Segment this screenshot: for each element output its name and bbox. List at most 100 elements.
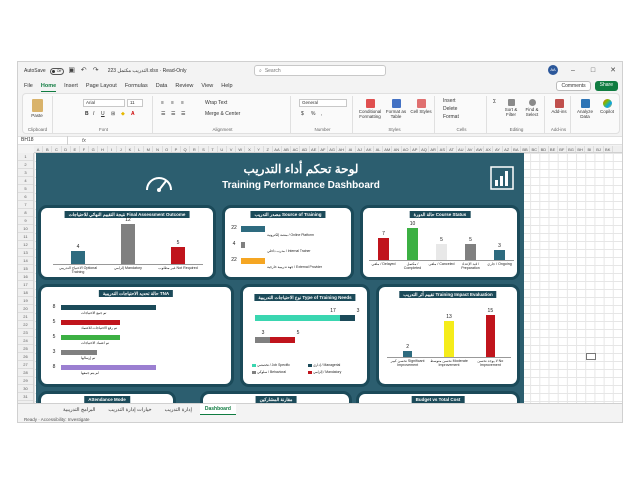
bold-button[interactable]: B	[85, 111, 89, 117]
align-bottom-icon[interactable]: ≡	[181, 100, 184, 106]
row-header[interactable]: 18	[18, 289, 33, 297]
row-header[interactable]: 19	[18, 297, 33, 305]
row-header[interactable]: 16	[18, 273, 33, 281]
format-cells-button[interactable]: Format	[443, 114, 459, 120]
autosave-toggle[interactable]: Off	[49, 67, 64, 75]
column-header[interactable]: D	[62, 146, 71, 152]
autosum-icon[interactable]: Σ	[493, 99, 496, 105]
format-as-table-button[interactable]: Format as Table	[383, 99, 409, 119]
column-header[interactable]: I	[108, 146, 117, 152]
copilot-button[interactable]: Copilot	[596, 99, 618, 114]
column-header[interactable]: V	[227, 146, 237, 152]
row-header[interactable]: 13	[18, 249, 33, 257]
column-header[interactable]: BC	[530, 146, 540, 152]
column-header[interactable]: B	[43, 146, 53, 152]
row-header[interactable]: 3	[18, 169, 33, 177]
column-header[interactable]: M	[144, 146, 154, 152]
number-format-select[interactable]: General	[299, 99, 347, 107]
row-header[interactable]: 30	[18, 385, 33, 393]
row-header[interactable]: 4	[18, 177, 33, 185]
row-header[interactable]: 8	[18, 209, 33, 217]
column-header[interactable]: AM	[383, 146, 393, 152]
row-header[interactable]: 2	[18, 161, 33, 169]
row-header[interactable]: 26	[18, 353, 33, 361]
column-header[interactable]: K	[126, 146, 136, 152]
italic-button[interactable]: I	[93, 111, 94, 117]
insert-cells-button[interactable]: Insert	[443, 98, 456, 104]
column-header[interactable]: AY	[493, 146, 503, 152]
merge-center-button[interactable]: Merge & Center	[205, 111, 240, 117]
column-header[interactable]: Q	[181, 146, 191, 152]
column-header[interactable]: BI	[585, 146, 595, 152]
column-header[interactable]: AU	[457, 146, 466, 152]
analyze-data-button[interactable]: Analyze Data	[574, 99, 596, 119]
column-header[interactable]: AB	[282, 146, 292, 152]
column-header[interactable]: AD	[300, 146, 310, 152]
column-header[interactable]: W	[236, 146, 246, 152]
row-header[interactable]: 10	[18, 225, 33, 233]
wrap-text-button[interactable]: Wrap Text	[205, 100, 227, 106]
column-header[interactable]: AC	[291, 146, 301, 152]
tab-formulas[interactable]: Formulas	[125, 83, 148, 89]
row-header[interactable]: 1	[18, 153, 33, 161]
sheet-tab-dashboard[interactable]: Dashboard	[199, 404, 236, 415]
column-header[interactable]: U	[218, 146, 227, 152]
column-header[interactable]: BD	[539, 146, 549, 152]
align-left-icon[interactable]: ☰	[161, 111, 165, 117]
row-header[interactable]: 5	[18, 185, 33, 193]
tab-help[interactable]: Help	[221, 83, 232, 89]
row-header[interactable]: 21	[18, 313, 33, 321]
row-header[interactable]: 23	[18, 329, 33, 337]
tab-data[interactable]: Data	[156, 83, 168, 89]
paste-button[interactable]: Paste	[27, 99, 47, 118]
font-color-icon[interactable]: A	[131, 111, 135, 117]
row-header[interactable]: 9	[18, 217, 33, 225]
percent-icon[interactable]: %	[311, 111, 315, 117]
row-header[interactable]: 31	[18, 393, 33, 401]
row-header[interactable]: 17	[18, 281, 33, 289]
column-header[interactable]: AK	[365, 146, 374, 152]
font-size-select[interactable]: 11	[127, 99, 143, 107]
column-header[interactable]: AO	[402, 146, 411, 152]
column-header[interactable]: N	[153, 146, 163, 152]
column-header[interactable]: BB	[521, 146, 531, 152]
column-header[interactable]: AH	[337, 146, 347, 152]
fill-color-icon[interactable]: ◆	[121, 111, 125, 117]
column-header[interactable]: G	[89, 146, 99, 152]
row-header[interactable]: 25	[18, 345, 33, 353]
save-icon[interactable]: ▣	[68, 67, 76, 75]
row-header[interactable]: 15	[18, 265, 33, 273]
column-header[interactable]: AQ	[420, 146, 430, 152]
column-header[interactable]: AL	[374, 146, 384, 152]
column-header[interactable]: Z	[264, 146, 273, 152]
row-header[interactable]: 6	[18, 193, 33, 201]
row-header[interactable]: 29	[18, 377, 33, 385]
column-header[interactable]: BJ	[594, 146, 604, 152]
maximize-icon[interactable]: □	[588, 67, 598, 74]
column-header[interactable]: BH	[576, 146, 586, 152]
column-header[interactable]: O	[163, 146, 172, 152]
column-header[interactable]: H	[98, 146, 108, 152]
tab-insert[interactable]: Insert	[64, 83, 78, 89]
tab-review[interactable]: Review	[175, 83, 193, 89]
column-header[interactable]: S	[199, 146, 209, 152]
fx-icon[interactable]: fx	[82, 138, 86, 144]
row-header[interactable]: 12	[18, 241, 33, 249]
comments-button[interactable]: Comments	[556, 81, 591, 91]
column-header[interactable]: AE	[310, 146, 319, 152]
tab-home[interactable]: Home	[40, 83, 57, 92]
row-header[interactable]: 24	[18, 337, 33, 345]
underline-button[interactable]: U	[101, 111, 105, 117]
column-header[interactable]: AV	[466, 146, 475, 152]
comma-icon[interactable]: ,	[321, 111, 322, 117]
align-right-icon[interactable]: ☰	[181, 111, 185, 117]
column-header[interactable]: AS	[438, 146, 448, 152]
column-header[interactable]: L	[135, 146, 145, 152]
cell-styles-button[interactable]: Cell Styles	[409, 99, 433, 114]
addins-button[interactable]: Add-ins	[549, 99, 569, 114]
column-header[interactable]: R	[190, 146, 200, 152]
column-header[interactable]: BE	[549, 146, 558, 152]
column-header[interactable]: AT	[447, 146, 457, 152]
sheet-tab-programs[interactable]: البرامج التدريبية	[58, 405, 100, 415]
row-header[interactable]: 28	[18, 369, 33, 377]
